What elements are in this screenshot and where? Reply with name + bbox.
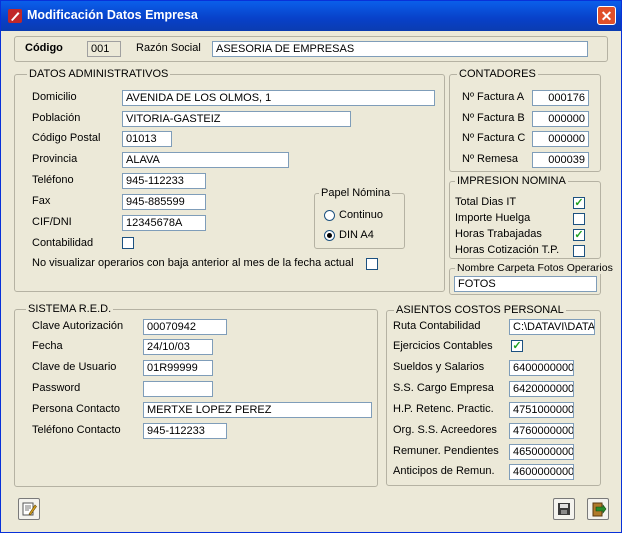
cif-field[interactable]: 12345678A [122,215,206,231]
window-title: Modificación Datos Empresa [27,8,198,22]
contador-label-c: Nº Factura C [462,132,526,144]
ejercicios-contables-label: Ejercicios Contables [393,340,493,352]
codigo-field[interactable]: 001 [87,41,121,57]
ejercicios-contables-checkbox[interactable]: ✓ [511,340,523,352]
fecha-field[interactable]: 24/10/03 [143,339,213,355]
horas-trabajadas-checkbox[interactable]: ✓ [573,229,585,241]
pencil-icon [8,9,22,23]
sistema-red-group [14,309,378,487]
horas-cotizacion-checkbox[interactable] [573,245,585,257]
domicilio-field[interactable]: AVENIDA DE LOS OLMOS, 1 [122,90,435,106]
razon-social-field[interactable]: ASESORIA DE EMPRESAS [212,41,588,57]
codigo-postal-field[interactable]: 01013 [122,131,172,147]
provincia-field[interactable]: ALAVA [122,152,289,168]
no-visualizar-checkbox[interactable] [366,258,378,270]
exit-door-icon [592,502,607,517]
help-button[interactable] [18,498,40,520]
floppy-disk-icon [558,503,570,515]
contador-field-c[interactable]: 000000 [532,131,589,147]
din-a4-radio[interactable] [324,230,335,241]
save-button[interactable] [553,498,575,520]
horas-cotizacion-label: Horas Cotización T.P. [455,244,560,256]
asiento-label: Remuner. Pendientes [393,445,499,457]
close-button[interactable]: ✕ [597,6,616,25]
exit-button[interactable] [587,498,609,520]
clave-autorizacion-label: Clave Autorización [32,320,124,332]
continuo-label: Continuo [339,209,384,221]
dialog-window: Modificación Datos Empresa ✕ Código 001 … [0,0,622,533]
contador-field-b[interactable]: 000000 [532,111,589,127]
telefono-label: Teléfono [32,174,74,186]
contador-field-remesa[interactable]: 000039 [532,152,589,168]
contador-label-b: Nº Factura B [462,112,525,124]
fecha-label: Fecha [32,340,63,352]
asiento-field[interactable]: 4760000000 [509,423,574,439]
provincia-label: Provincia [32,153,78,165]
no-visualizar-label: No visualizar operarios con baja anterio… [32,257,354,269]
clave-usuario-field[interactable]: 01R99999 [143,360,213,376]
asiento-field[interactable]: 4650000000 [509,444,574,460]
title-bar[interactable]: Modificación Datos Empresa ✕ [1,1,621,31]
cif-label: CIF/DNI [32,216,72,228]
poblacion-field[interactable]: VITORIA-GASTEIZ [122,111,351,127]
ruta-contabilidad-field[interactable]: C:\DATAVI\DATA [509,319,595,335]
fax-field[interactable]: 945-885599 [122,194,206,210]
domicilio-label: Domicilio [32,91,77,103]
codigo-postal-label: Código Postal [32,132,101,144]
asiento-label: Sueldos y Salarios [393,361,485,373]
papel-nomina-title: Papel Nómina [319,187,393,199]
razon-social-label: Razón Social [136,42,201,54]
din-a4-label: DIN A4 [339,229,374,241]
total-dias-it-label: Total Dias IT [455,196,517,208]
asientos-costos-title: ASIENTOS COSTOS PERSONAL [394,304,566,316]
codigo-label: Código [25,42,63,54]
clave-autorizacion-field[interactable]: 00070942 [143,319,227,335]
importe-huelga-label: Importe Huelga [455,212,531,224]
password-label: Password [32,382,81,394]
asiento-field[interactable]: 6400000000 [509,360,574,376]
asiento-field[interactable]: 4751000000 [509,402,574,418]
persona-contacto-label: Persona Contacto [32,403,121,415]
asiento-label: H.P. Retenc. Practic. [393,403,494,415]
carpeta-fotos-title: Nombre Carpeta Fotos Operarios [455,262,615,274]
contabilidad-label: Contabilidad [32,237,94,249]
fax-label: Fax [32,195,51,207]
telefono-field[interactable]: 945-112233 [122,173,206,189]
clave-usuario-label: Clave de Usuario [32,361,117,373]
total-dias-it-checkbox[interactable]: ✓ [573,197,585,209]
importe-huelga-checkbox[interactable] [573,213,585,225]
contador-field-a[interactable]: 000176 [532,90,589,106]
asiento-field[interactable]: 4600000000 [509,464,574,480]
sistema-red-title: SISTEMA R.E.D. [26,303,114,315]
ruta-contabilidad-label: Ruta Contabilidad [393,320,481,332]
persona-contacto-field[interactable]: MERTXE LOPEZ PEREZ [143,402,372,418]
asiento-label: S.S. Cargo Empresa [393,382,494,394]
asiento-label: Anticipos de Remun. [393,465,495,477]
poblacion-label: Población [32,112,81,124]
contabilidad-checkbox[interactable] [122,237,134,249]
contador-label-a: Nº Factura A [462,91,525,103]
continuo-radio[interactable] [324,210,335,221]
telefono-contacto-field[interactable]: 945-112233 [143,423,227,439]
contador-label-remesa: Nº Remesa [462,153,518,165]
horas-trabajadas-label: Horas Trabajadas [455,228,542,240]
asiento-label: Org. S.S. Acreedores [393,424,497,436]
telefono-contacto-label: Teléfono Contacto [32,424,121,436]
help-edit-icon [22,502,37,516]
carpeta-fotos-field[interactable]: FOTOS [454,276,597,292]
datos-administrativos-title: DATOS ADMINISTRATIVOS [27,68,171,80]
contadores-title: CONTADORES [457,68,538,80]
asiento-field[interactable]: 6420000000 [509,381,574,397]
password-field[interactable] [143,381,213,397]
impresion-nomina-title: IMPRESION NOMINA [455,175,568,187]
